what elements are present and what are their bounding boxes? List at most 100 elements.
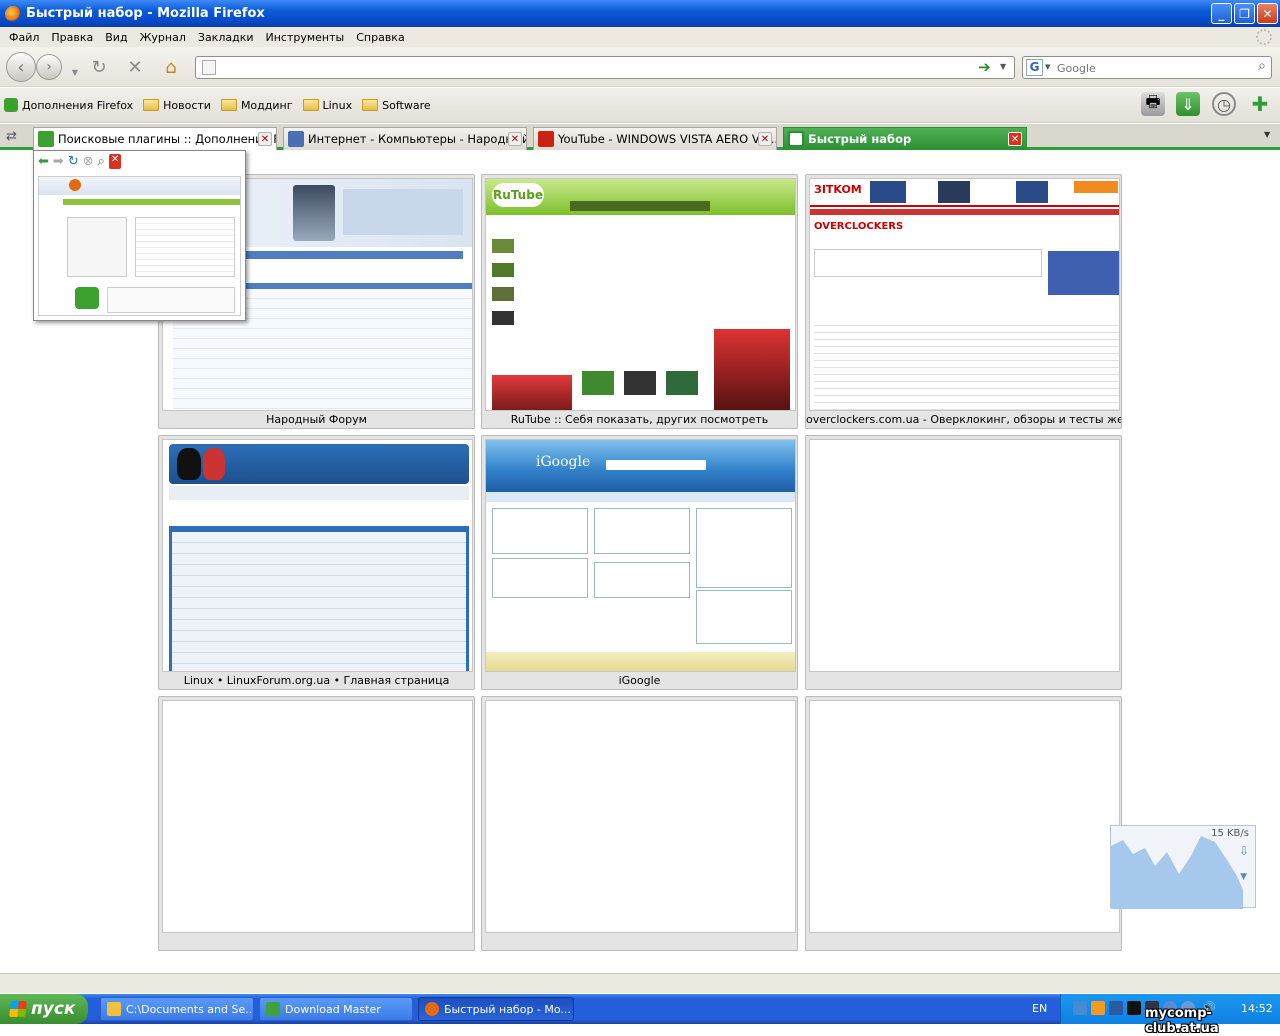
menu-history[interactable]: Журнал (134, 31, 192, 44)
menu-edit[interactable]: Правка (45, 31, 99, 44)
speed-dial-cell-8[interactable] (481, 696, 798, 951)
speed-dial-cell-9[interactable] (805, 696, 1122, 951)
firefox-icon (5, 5, 21, 22)
bookmark-folder-news[interactable]: Новости (143, 99, 211, 112)
start-button[interactable]: пуск (0, 994, 88, 1024)
tab-youtube[interactable]: YouTube - WINDOWS VISTA AERO VS ... ✕ (533, 127, 777, 150)
speed-dial-cell-5[interactable]: iGoogle iGoogle (481, 435, 798, 690)
tab-close-icon[interactable]: ✕ (758, 132, 772, 146)
folder-icon (220, 99, 237, 111)
windows-taskbar: пуск C:\Documents and Se... Download Mas… (0, 994, 1280, 1024)
puzzle-icon (4, 98, 18, 112)
google-engine-icon[interactable]: G (1026, 59, 1043, 76)
stop-icon[interactable]: ⊗ (83, 154, 94, 169)
language-indicator[interactable]: EN (1032, 1002, 1047, 1015)
tab-preview-popup[interactable]: ⬅ ➡ ↻ ⊗ ⌕ ✕ (33, 150, 246, 321)
url-bar[interactable]: ➔ ▼ (195, 56, 1015, 79)
bookmark-folder-modding[interactable]: Моддинг (220, 99, 293, 112)
preview-thumbnail (38, 176, 241, 316)
firefox-icon (425, 1002, 439, 1016)
navigation-toolbar: ‹ › ▼ ↻ ✕ ⌂ ➔ ▼ G ▼ ⌕ (0, 47, 1280, 87)
go-arrow-icon[interactable]: ➔ (978, 58, 991, 76)
empty-thumbnail (809, 700, 1120, 933)
tab-search-plugins[interactable]: Поисковые плагины :: Дополнения Fi... ✕ (33, 127, 277, 150)
menu-bookmarks[interactable]: Закладки (192, 31, 260, 44)
empty-thumbnail (809, 439, 1120, 672)
close-button[interactable]: ✕ (1257, 3, 1278, 24)
download-master-icon (266, 1002, 280, 1016)
speed-dial-cell-6[interactable] (805, 435, 1122, 690)
site-icon (288, 131, 304, 147)
tab-close-icon[interactable]: ✕ (508, 132, 522, 146)
youtube-icon (538, 131, 554, 147)
folder-icon (302, 99, 319, 111)
close-icon[interactable]: ✕ (108, 154, 122, 169)
display-icon[interactable] (1109, 1001, 1123, 1015)
menu-file[interactable]: Файл (3, 31, 45, 44)
bookmark-addons[interactable]: Дополнения Firefox (4, 98, 133, 112)
thumbnail-rutube: RuTube (485, 178, 796, 411)
chevron-down-icon[interactable]: ▼ (1240, 872, 1247, 882)
taskbar-item-explorer[interactable]: C:\Documents and Se... (100, 997, 254, 1021)
add-bookmark-icon[interactable]: ✚ (1248, 92, 1272, 116)
speed-dial-cell-7[interactable] (158, 696, 475, 951)
empty-thumbnail (485, 700, 796, 933)
empty-thumbnail (162, 700, 473, 933)
print-icon[interactable]: 🖶 (1141, 92, 1165, 116)
folder-icon (107, 1002, 121, 1016)
network-icon[interactable] (1073, 1001, 1087, 1015)
console-icon[interactable] (1127, 1001, 1141, 1015)
history-dropdown-icon[interactable]: ▼ (64, 61, 86, 83)
speed-dial-cell-3[interactable]: ЗITKOM OVERCLOCKERS overclockers.com.ua … (805, 174, 1122, 429)
download-speed-label: 15 KB/s (1211, 828, 1249, 839)
window-titlebar[interactable]: Быстрый набор - Mozilla Firefox _ ❐ ✕ (0, 0, 1280, 27)
download-speed-widget[interactable]: 15 KB/s ⇩ ▼ (1110, 825, 1256, 909)
status-bar (0, 973, 1280, 993)
tab-close-icon[interactable]: ✕ (258, 132, 272, 146)
tab-close-icon[interactable]: ✕ (1008, 132, 1022, 146)
speed-dial-caption: iGoogle (618, 674, 661, 687)
taskbar-item-download-master[interactable]: Download Master (259, 997, 413, 1021)
minimize-button[interactable]: _ (1211, 3, 1232, 24)
throbber-icon (1256, 29, 1272, 45)
url-dropdown-icon[interactable]: ▼ (1000, 62, 1006, 71)
tab-narodny-forum[interactable]: Интернет - Компьютеры - Народный... ✕ (283, 127, 527, 150)
stop-icon[interactable]: ✕ (124, 56, 146, 78)
forward-icon[interactable]: ➡ (53, 154, 64, 169)
reload-icon[interactable]: ↻ (88, 56, 110, 78)
tab-scroll-icon[interactable]: ⇄ (6, 129, 17, 144)
tab-list-dropdown-icon[interactable]: ▼ (1264, 130, 1270, 139)
folder-icon (362, 99, 379, 111)
reload-icon[interactable]: ↻ (68, 154, 79, 169)
zoom-icon[interactable]: ⌕ (98, 154, 105, 169)
windows-logo-icon (9, 1001, 27, 1017)
menu-tools[interactable]: Инструменты (260, 31, 351, 44)
thumbnail-overclockers: ЗITKOM OVERCLOCKERS (809, 178, 1120, 411)
magnifier-icon[interactable]: ⌕ (1258, 58, 1266, 74)
speed-dial-cell-2[interactable]: RuTube RuTube :: Себя показать, других п… (481, 174, 798, 429)
bookmark-folder-linux[interactable]: Linux (302, 99, 352, 112)
clock-icon[interactable]: ◷ (1212, 92, 1236, 116)
thumbnail-linuxforum (162, 439, 473, 672)
speed-dial-caption: Народный Форум (266, 413, 367, 426)
folder-icon (143, 99, 160, 111)
speed-dial-cell-4[interactable]: Linux • LinuxForum.org.ua • Главная стра… (158, 435, 475, 690)
engine-dropdown-icon[interactable]: ▼ (1045, 63, 1050, 71)
forward-button[interactable]: › (36, 54, 62, 80)
menu-view[interactable]: Вид (99, 31, 133, 44)
back-icon[interactable]: ⬅ (38, 154, 49, 169)
back-button[interactable]: ‹ (6, 52, 36, 82)
taskbar-item-firefox[interactable]: Быстрый набор - Mo... (418, 997, 574, 1021)
menu-help[interactable]: Справка (350, 31, 410, 44)
home-icon[interactable]: ⌂ (160, 56, 182, 78)
thumbnail-igoogle: iGoogle (485, 439, 796, 672)
search-input[interactable] (1057, 60, 1247, 76)
arrow-down-icon[interactable]: ⇩ (1239, 844, 1249, 858)
search-bar[interactable]: G ▼ ⌕ (1022, 56, 1272, 79)
downloads-icon[interactable]: ⇓ (1176, 92, 1200, 116)
bookmark-folder-software[interactable]: Software (362, 99, 431, 112)
tab-speed-dial[interactable]: Быстрый набор ✕ (783, 127, 1027, 150)
media-icon[interactable] (1091, 1001, 1105, 1015)
maximize-button[interactable]: ❐ (1234, 3, 1255, 24)
url-input[interactable] (226, 59, 966, 76)
